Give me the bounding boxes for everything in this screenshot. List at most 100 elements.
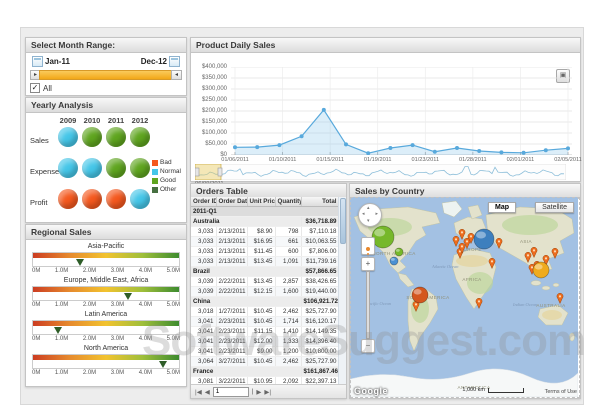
- data-point[interactable]: [322, 108, 326, 112]
- country-group-row[interactable]: France$161,867.46: [191, 367, 339, 377]
- table-row[interactable]: 3,0412/23/2011$9.001,200$10,800.00: [191, 347, 339, 357]
- table-row[interactable]: 3,0332/13/2011$11.45600$7,806.00: [191, 247, 339, 257]
- pager-first-icon[interactable]: |◀: [195, 388, 202, 396]
- sales-bubble[interactable]: [390, 257, 398, 265]
- data-point[interactable]: [277, 143, 281, 147]
- table-row[interactable]: 3,0412/23/2011$10.451,714$16,120.17: [191, 317, 339, 327]
- pan-up-icon[interactable]: ▴: [367, 206, 370, 211]
- zoom-in-button[interactable]: +: [361, 257, 375, 271]
- pager-last-icon[interactable]: ▶|: [264, 388, 271, 396]
- sales-bubble[interactable]: [395, 248, 403, 256]
- world-map[interactable]: NORTH AMERICAEUROPEASIAAFRICASOUTH AMERI…: [350, 197, 578, 397]
- gauge-tick-label: 1.0M: [55, 370, 68, 376]
- gauge-marker[interactable]: [159, 361, 167, 368]
- gauge-track[interactable]: [32, 286, 180, 301]
- country-group-row[interactable]: Brazil$57,866.65: [191, 267, 339, 277]
- sales-bubble[interactable]: [372, 226, 394, 248]
- ocean-label: Atlantic Ocean: [431, 264, 459, 269]
- terms-of-use-link[interactable]: Terms of Use: [545, 389, 577, 395]
- satellite-button[interactable]: Satellite: [535, 202, 574, 213]
- table-row[interactable]: 3,0332/13/2011$13.451,091$11,739.16: [191, 257, 339, 267]
- data-point[interactable]: [522, 151, 526, 155]
- metric-label: Sales: [30, 136, 58, 145]
- data-point[interactable]: [300, 134, 304, 138]
- map-button[interactable]: Map: [488, 202, 516, 213]
- y-axis-tick-label: $50,000: [191, 141, 227, 147]
- data-point[interactable]: [233, 145, 237, 149]
- column-header[interactable]: Unit Price: [247, 197, 275, 207]
- table-cell: $11.45: [247, 247, 275, 257]
- gauge-marker[interactable]: [54, 327, 62, 334]
- map-pan-control[interactable]: ▴ ▾ ◂ ▸: [358, 203, 382, 227]
- table-row[interactable]: 3,0412/23/2011$11.151,410$14,149.35: [191, 327, 339, 337]
- table-cell: 3,033: [191, 237, 216, 247]
- street-view-pegman[interactable]: [361, 237, 375, 255]
- pan-down-icon[interactable]: ▾: [367, 219, 370, 224]
- range-right-handle[interactable]: [218, 168, 222, 176]
- legend-label: Normal: [160, 168, 181, 175]
- table-row[interactable]: 3,0813/22/2011$10.952,092$22,397.13: [191, 377, 339, 385]
- pager-prev-icon[interactable]: ◀: [205, 388, 210, 396]
- column-header[interactable]: Order Date: [216, 197, 247, 207]
- country-group-row[interactable]: Australia$36,718.89: [191, 217, 339, 227]
- all-checkbox[interactable]: ✓: [30, 83, 40, 93]
- slider-right-handle-icon[interactable]: ◂: [171, 70, 182, 80]
- gauge-track[interactable]: [32, 354, 180, 369]
- month-range-start[interactable]: Jan-11: [45, 57, 70, 66]
- month-range-end[interactable]: Dec-12: [141, 57, 167, 66]
- data-point[interactable]: [255, 145, 259, 149]
- gauge-track[interactable]: [32, 320, 180, 335]
- sales-bubble[interactable]: [474, 229, 494, 249]
- table-row[interactable]: 3,0392/22/2011$12.151,600$19,440.00: [191, 287, 339, 297]
- column-header[interactable]: Total: [301, 197, 339, 207]
- range-selector[interactable]: [195, 164, 566, 180]
- metric-label: Expense: [30, 167, 58, 176]
- sales-bubble[interactable]: [412, 287, 428, 303]
- data-point[interactable]: [499, 150, 503, 154]
- zoom-out-button[interactable]: −: [361, 339, 375, 353]
- pager-next-icon[interactable]: ▶: [256, 388, 261, 396]
- calendar-start-icon[interactable]: [32, 56, 43, 67]
- rating-bubble: [130, 158, 150, 178]
- gauge-marker[interactable]: [76, 259, 84, 266]
- column-header[interactable]: Quantity: [275, 197, 301, 207]
- gauge-marker[interactable]: [124, 293, 132, 300]
- pan-left-icon[interactable]: ◂: [362, 212, 365, 217]
- gauge-track[interactable]: [32, 252, 180, 267]
- calendar-end-icon[interactable]: [169, 56, 180, 67]
- table-row[interactable]: 3,0392/22/2011$13.452,857$38,426.65: [191, 277, 339, 287]
- table-cell: 1,333: [275, 337, 301, 347]
- quarter-row[interactable]: 2011-Q1: [191, 207, 339, 217]
- gauge-block: Asia-Pacific0M1.0M2.0M3.0M4.0M5.0M: [32, 243, 180, 274]
- data-point[interactable]: [433, 150, 437, 154]
- data-point[interactable]: [366, 151, 370, 155]
- scrollbar-thumb[interactable]: [340, 198, 346, 244]
- data-point[interactable]: [388, 146, 392, 150]
- range-left-handle[interactable]: [195, 168, 199, 176]
- month-range-slider[interactable]: ▸ ◂: [30, 70, 182, 80]
- table-scrollbar[interactable]: [338, 197, 346, 384]
- sales-bubble[interactable]: [533, 262, 549, 278]
- table-row[interactable]: 3,0643/27/2011$10.452,462$25,727.90: [191, 357, 339, 367]
- slider-selected-range[interactable]: [39, 70, 173, 80]
- country-group-row[interactable]: China$106,921.72: [191, 297, 339, 307]
- table-row[interactable]: 3,0332/13/2011$16.95661$10,063.55: [191, 237, 339, 247]
- table-row[interactable]: 3,0412/23/2011$12.001,333$14,396.40: [191, 337, 339, 347]
- data-point[interactable]: [344, 142, 348, 146]
- data-point[interactable]: [544, 148, 548, 152]
- map-canvas[interactable]: NORTH AMERICAEUROPEASIAAFRICASOUTH AMERI…: [350, 197, 580, 398]
- pan-right-icon[interactable]: ▸: [375, 212, 378, 217]
- daily-sales-title: Product Daily Sales: [191, 38, 580, 53]
- google-logo[interactable]: Google: [354, 386, 388, 396]
- data-point[interactable]: [566, 146, 570, 150]
- table-row[interactable]: 3,0332/13/2011$8.90798$7,110.18: [191, 227, 339, 237]
- zoom-slider-track[interactable]: [366, 271, 370, 339]
- gauge-tick-label: 5.0M: [167, 370, 180, 376]
- table-row[interactable]: 3,0181/27/2011$10.452,462$25,727.90: [191, 307, 339, 317]
- data-point[interactable]: [411, 143, 415, 147]
- data-point[interactable]: [455, 146, 459, 150]
- rating-bubble: [58, 189, 78, 209]
- pager-page-input[interactable]: [213, 387, 249, 397]
- data-point[interactable]: [477, 149, 481, 153]
- column-header[interactable]: Order ID: [191, 197, 216, 207]
